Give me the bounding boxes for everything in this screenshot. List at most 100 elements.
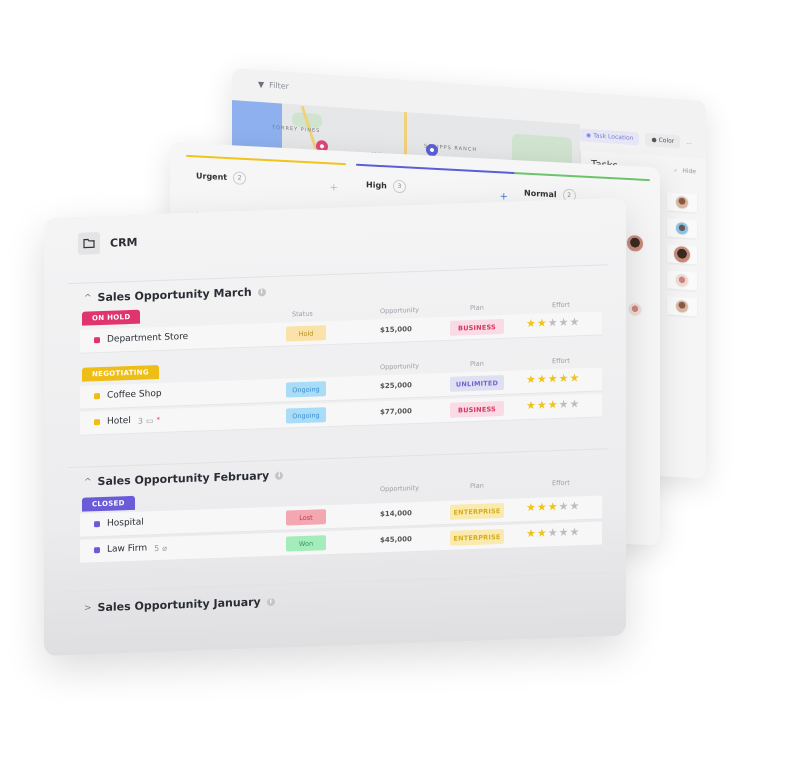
status-pill[interactable]: Lost — [286, 509, 326, 526]
opportunity-amount: $25,000 — [380, 381, 412, 391]
table-row[interactable]: Department Store Hold $15,000 BUSINESS ★… — [80, 311, 602, 354]
effort-rating[interactable]: ★ ★ ★ ★ ★ — [526, 315, 579, 330]
star-empty-icon[interactable]: ★ — [559, 316, 569, 329]
effort-rating[interactable]: ★ ★ ★ ★ ★ — [526, 499, 579, 514]
column-color-bar — [186, 154, 346, 166]
section-title: Sales Opportunity February — [97, 469, 270, 489]
status-dot — [94, 547, 100, 554]
comment-count: 3 — [137, 416, 143, 426]
column-header-plan[interactable]: Plan — [470, 304, 484, 312]
row-name: Law Firm — [107, 543, 148, 555]
group-tag-on-hold[interactable]: ON HOLD — [82, 309, 141, 326]
star-filled-icon[interactable]: ★ — [526, 527, 536, 540]
row-name: Department Store — [107, 331, 189, 345]
add-task-icon[interactable]: + — [330, 182, 338, 193]
effort-rating[interactable]: ★ ★ ★ ★ ★ — [526, 525, 579, 540]
task-row[interactable] — [667, 218, 697, 239]
task-row[interactable] — [667, 296, 697, 317]
star-empty-icon[interactable]: ★ — [570, 397, 580, 410]
board-column-high: High3 + Red Roof Inn Jan 10 – July 31 — [356, 163, 516, 244]
info-icon[interactable]: i — [266, 597, 275, 606]
column-header-opportunity[interactable]: Opportunity — [380, 484, 419, 493]
column-count: 2 — [233, 171, 247, 185]
star-filled-icon[interactable]: ★ — [537, 398, 547, 411]
star-filled-icon[interactable]: ★ — [548, 372, 558, 385]
status-pill[interactable]: Won — [286, 535, 326, 552]
section-title: Sales Opportunity March — [97, 285, 252, 305]
star-empty-icon[interactable]: ★ — [559, 398, 569, 411]
task-row[interactable] — [667, 192, 697, 213]
avatar — [675, 220, 689, 236]
star-filled-icon[interactable]: ★ — [526, 399, 536, 412]
board-column-urgent: Urgent2 + Marriot — [186, 154, 346, 235]
task-location-chip[interactable]: ◉ Task Location — [580, 128, 640, 146]
task-list — [667, 192, 697, 317]
status-pill[interactable]: Ongoing — [286, 381, 326, 398]
search-icon[interactable]: ⌕ — [674, 167, 677, 175]
group-tag-closed[interactable]: CLOSED — [82, 495, 135, 512]
info-icon[interactable]: i — [275, 471, 284, 480]
star-empty-icon[interactable]: ★ — [548, 526, 558, 539]
column-header-effort[interactable]: Effort — [552, 479, 570, 488]
star-filled-icon[interactable]: ★ — [548, 398, 558, 411]
chevron-up-icon[interactable]: ^ — [84, 293, 92, 303]
section-header[interactable]: > Sales Opportunity January i — [84, 595, 275, 615]
star-empty-icon[interactable]: ★ — [570, 315, 580, 328]
star-empty-icon[interactable]: ★ — [570, 499, 580, 512]
column-header-opportunity[interactable]: Opportunity — [380, 362, 419, 371]
filter-button[interactable]: ▼ Filter — [258, 80, 289, 91]
paperclip-icon[interactable]: ⌀ — [162, 543, 167, 552]
section-header[interactable]: ^ Sales Opportunity February i — [84, 469, 284, 489]
status-dot — [94, 419, 100, 426]
star-empty-icon[interactable]: ★ — [548, 316, 558, 329]
avatar — [673, 244, 691, 265]
plan-pill[interactable]: BUSINESS — [450, 400, 504, 418]
status-pill[interactable]: Ongoing — [286, 407, 326, 424]
star-filled-icon[interactable]: ★ — [526, 373, 536, 386]
avatar — [626, 233, 644, 253]
section-title: Sales Opportunity January — [97, 595, 261, 615]
comment-icon[interactable]: ▭ — [146, 416, 154, 425]
section-header[interactable]: ^ Sales Opportunity March i — [84, 285, 266, 304]
status-pill[interactable]: Hold — [286, 325, 326, 342]
star-empty-icon[interactable]: ★ — [570, 525, 580, 538]
column-color-bar — [514, 172, 650, 182]
column-header-plan[interactable]: Plan — [470, 482, 484, 490]
task-row[interactable] — [667, 244, 697, 265]
star-filled-icon[interactable]: ★ — [537, 500, 547, 513]
star-filled-icon[interactable]: ★ — [526, 317, 536, 330]
star-filled-icon[interactable]: ★ — [559, 372, 569, 385]
effort-rating[interactable]: ★ ★ ★ ★ ★ — [526, 371, 579, 386]
color-chip[interactable]: ● Color — [645, 132, 681, 149]
plan-pill[interactable]: ENTERPRISE — [450, 528, 504, 546]
star-filled-icon[interactable]: ★ — [537, 316, 547, 329]
star-filled-icon[interactable]: ★ — [548, 500, 558, 513]
star-filled-icon[interactable]: ★ — [526, 501, 536, 514]
map-chips: ◉ Task Location ● Color ... — [580, 128, 692, 149]
task-row[interactable] — [667, 270, 697, 291]
effort-rating[interactable]: ★ ★ ★ ★ ★ — [526, 397, 579, 412]
row-name: Hospital — [107, 517, 144, 529]
column-header-effort[interactable]: Effort — [552, 357, 570, 366]
column-header-opportunity[interactable]: Opportunity — [380, 306, 419, 315]
column-header-plan[interactable]: Plan — [470, 360, 484, 368]
chevron-right-icon[interactable]: > — [84, 603, 92, 613]
more-options-icon[interactable]: ... — [686, 139, 692, 146]
plan-pill[interactable]: BUSINESS — [450, 318, 504, 336]
group-tag-negotiating[interactable]: NEGOTIATING — [82, 364, 159, 382]
status-dot — [94, 521, 100, 528]
column-header-status[interactable]: Status — [292, 310, 313, 319]
plan-pill[interactable]: ENTERPRISE — [450, 502, 504, 520]
chevron-up-icon[interactable]: ^ — [84, 477, 92, 487]
column-header-effort[interactable]: Effort — [552, 301, 570, 310]
tasks-hide-button[interactable]: ⌕ Hide — [674, 167, 696, 177]
column-count: 3 — [392, 179, 406, 194]
star-filled-icon[interactable]: ★ — [570, 371, 580, 384]
star-empty-icon[interactable]: ★ — [559, 500, 569, 513]
star-empty-icon[interactable]: ★ — [559, 526, 569, 539]
opportunity-amount: $45,000 — [380, 535, 412, 545]
info-icon[interactable]: i — [257, 287, 266, 297]
star-filled-icon[interactable]: ★ — [537, 372, 547, 385]
plan-pill[interactable]: UNLIMITED — [450, 374, 504, 392]
star-filled-icon[interactable]: ★ — [537, 526, 547, 539]
